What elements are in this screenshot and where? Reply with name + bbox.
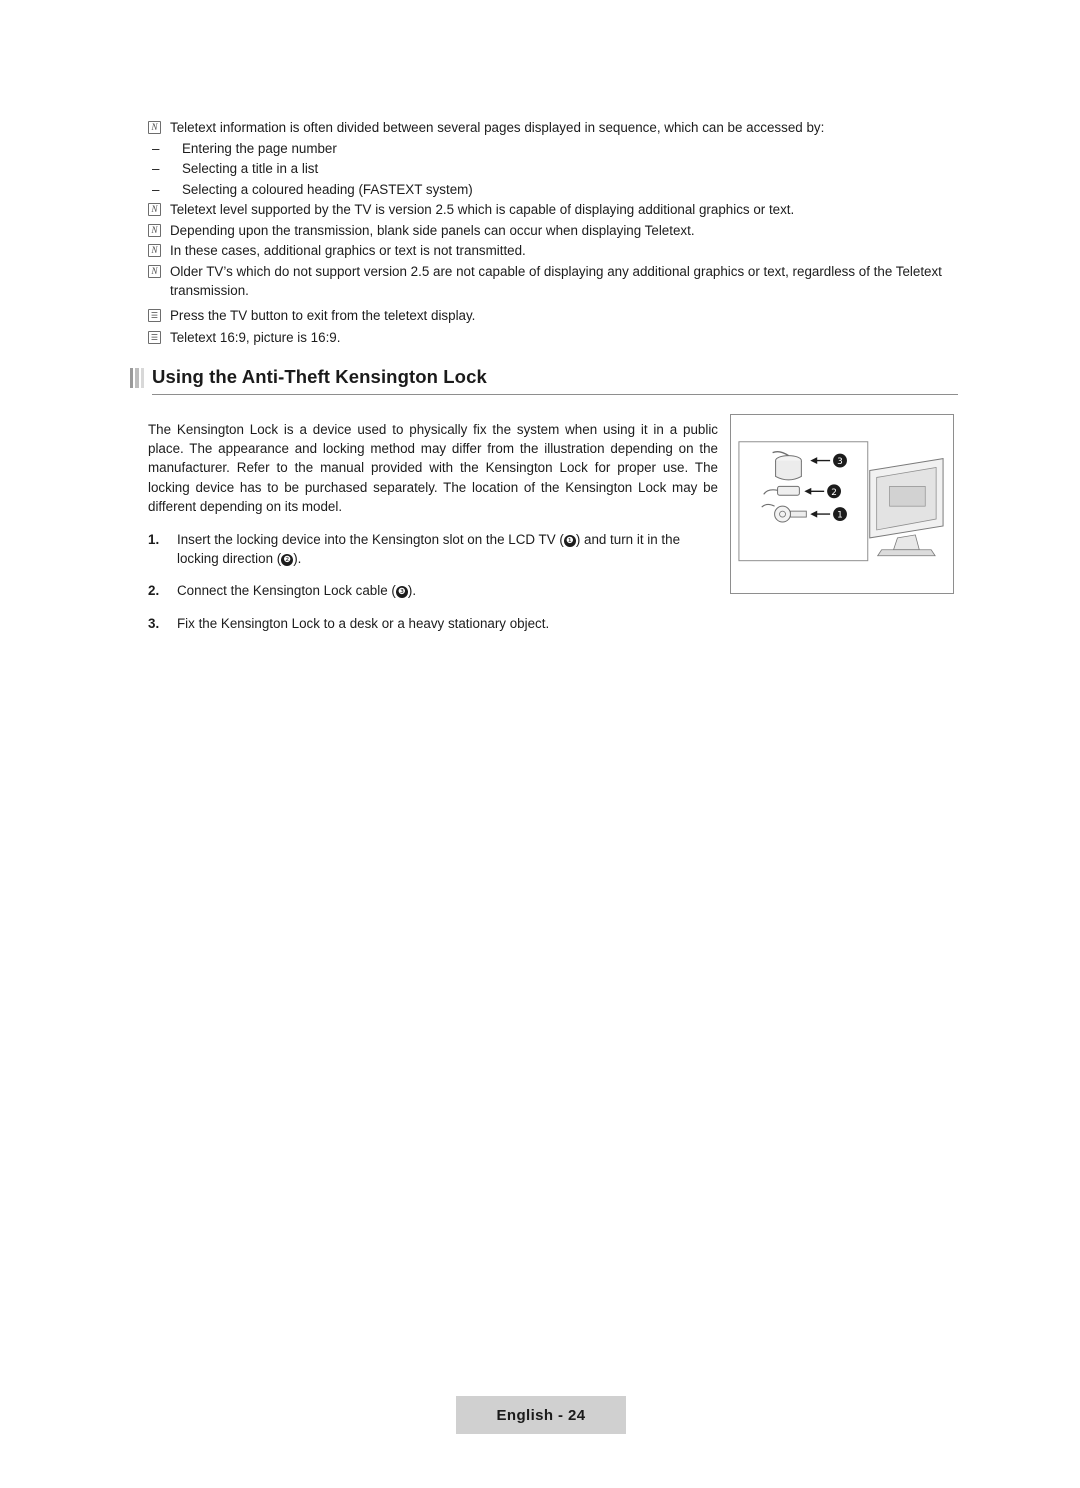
- step-number: 2.: [148, 583, 160, 599]
- step-number: 1.: [148, 532, 160, 548]
- note-text: Press the TV button to exit from the tel…: [170, 308, 476, 324]
- list-item-label: Entering the page number: [182, 140, 337, 156]
- list-item: – Selecting a coloured heading (FASTEXT s…: [152, 180, 958, 201]
- list-item: 1. Insert the locking device into the Ke…: [148, 530, 718, 568]
- tv-illustration: [869, 458, 944, 557]
- notes-list: N Teletext information is often divided …: [148, 118, 958, 348]
- step-text-after: ).: [407, 583, 417, 599]
- step-text-after: ).: [293, 551, 302, 567]
- dash-marker: –: [152, 161, 160, 177]
- note-icon: N: [148, 244, 161, 258]
- note-icon: N: [148, 264, 161, 278]
- list-item: 3. Fix the Kensington Lock to a desk or …: [148, 614, 718, 633]
- step-text: Connect the Kensington Lock cable (❸).: [177, 581, 718, 600]
- callout-bullet-3: ❸: [395, 586, 408, 599]
- note-text: Teletext information is often divided be…: [170, 120, 825, 135]
- page-title: Using the Anti-Theft Kensington Lock: [152, 366, 487, 387]
- callout-1-label: 1: [837, 511, 843, 521]
- lock-shaft: [763, 485, 800, 496]
- note-item: N Older TV’s which do not support versio…: [148, 262, 958, 301]
- step-text: Fix the Kensington Lock to a desk or a h…: [177, 615, 550, 631]
- list-item: – Entering the page number: [152, 139, 958, 160]
- intro-paragraph: The Kensington Lock is a device used to …: [148, 422, 718, 514]
- step-text-before: Insert the locking device into the Kensi…: [177, 532, 564, 548]
- step-number: 3.: [148, 615, 160, 631]
- page-footer: English - 24: [456, 1396, 626, 1434]
- section-heading: Using the Anti-Theft Kensington Lock: [130, 366, 958, 396]
- note-icon: N: [148, 223, 161, 237]
- press-button-icon: ☰: [148, 330, 161, 344]
- kensington-lock-illustration: 3 2 1: [738, 441, 944, 562]
- note-icon: N: [148, 121, 161, 134]
- list-item-label: Selecting a coloured heading (FASTEXT sy…: [182, 181, 473, 197]
- dash-marker: –: [152, 140, 160, 156]
- callout-bullet-2: ❷: [281, 554, 294, 567]
- list-item-label: Selecting a title in a list: [182, 161, 319, 177]
- note-item: N Teletext level supported by the TV is …: [148, 200, 958, 220]
- callout-3: 3: [810, 453, 847, 468]
- step-text: Insert the locking device into the Kensi…: [177, 530, 718, 568]
- section-marker-icon: [130, 368, 144, 388]
- document-page: N Teletext information is often divided …: [0, 0, 1080, 1488]
- callout-2-label: 2: [831, 488, 837, 498]
- note-item: N Teletext information is often divided …: [148, 118, 958, 138]
- lock-key: [761, 503, 807, 523]
- divider: [152, 394, 958, 395]
- callout-2: 2: [804, 484, 842, 499]
- list-item: 2. Connect the Kensington Lock cable (❸)…: [148, 581, 718, 600]
- note-text: Teletext level supported by the TV is ve…: [170, 202, 795, 218]
- note-text: Depending upon the transmission, blank s…: [170, 222, 695, 238]
- callout-1: 1: [810, 507, 847, 522]
- note-sub-list: – Entering the page number – Selecting a t…: [148, 139, 958, 201]
- kensington-lock-figure: 3 2 1: [730, 414, 954, 594]
- note-text: In these cases, additional graphics or t…: [170, 243, 526, 259]
- callout-3-label: 3: [837, 457, 843, 467]
- note-item: N In these cases, additional graphics or…: [148, 241, 958, 261]
- dash-marker: –: [152, 181, 160, 197]
- body-column: The Kensington Lock is a device used to …: [148, 420, 718, 646]
- callout-bullet-1: ❶: [563, 535, 576, 548]
- note-icon: N: [148, 203, 161, 217]
- note-item: ☰ Teletext 16:9, picture is 16:9.: [148, 328, 958, 348]
- note-text: Teletext 16:9, picture is 16:9.: [170, 329, 341, 345]
- list-item: – Selecting a title in a list: [152, 159, 958, 180]
- note-text: Older TV’s which do not support version …: [170, 263, 942, 299]
- note-item: ☰ Press the TV button to exit from the t…: [148, 306, 958, 326]
- lock-cylinder: [772, 450, 802, 481]
- note-item: N Depending upon the transmission, blank…: [148, 221, 958, 241]
- step-text-before: Connect the Kensington Lock cable (: [177, 583, 396, 599]
- steps-list: 1. Insert the locking device into the Ke…: [148, 530, 718, 633]
- press-button-icon: ☰: [148, 309, 161, 323]
